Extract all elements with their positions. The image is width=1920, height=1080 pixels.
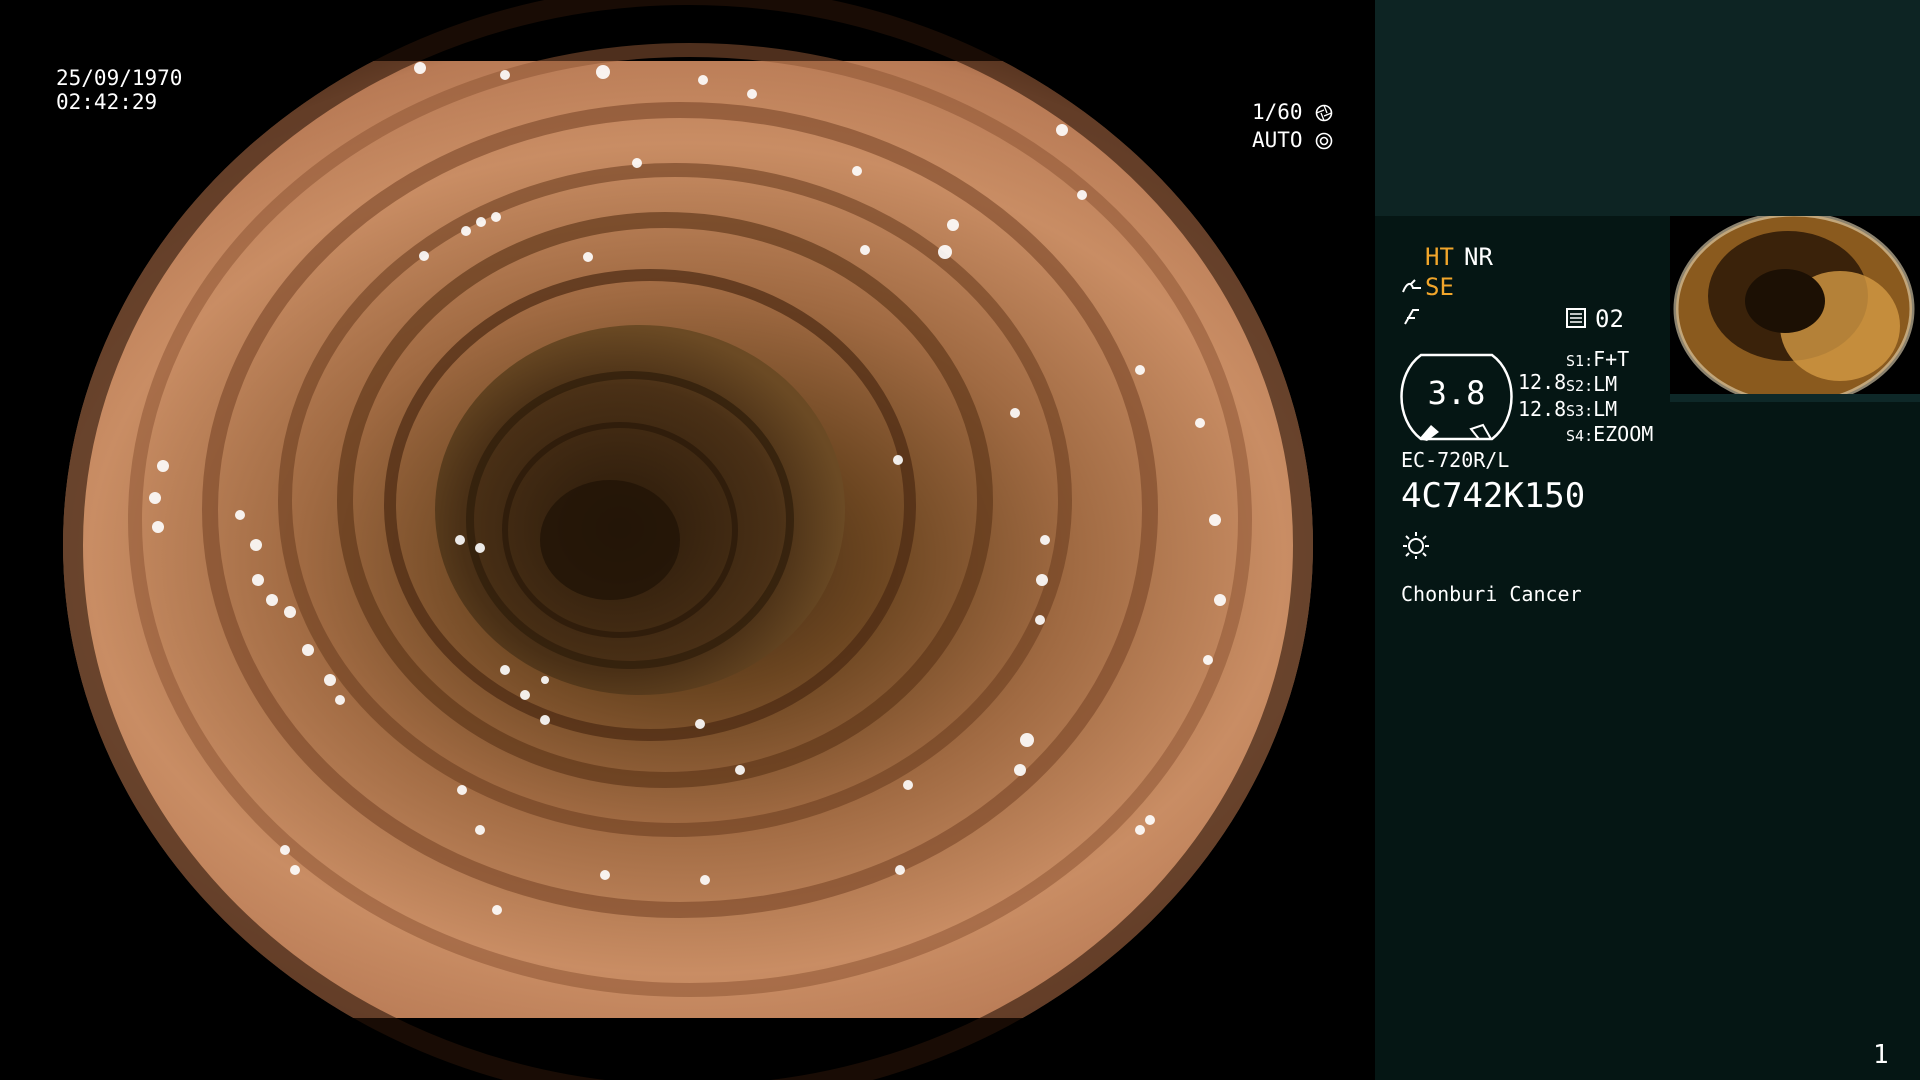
switch-item: S3:LM [1566, 397, 1618, 421]
time-label: 02:42:29 [56, 90, 158, 114]
colon-lumen-image [0, 0, 1375, 1080]
gauge-side-value-1: 12.8 [1518, 370, 1567, 394]
structure-enhance-icon [1401, 278, 1425, 302]
iris-mode-label: AUTO [1252, 126, 1333, 157]
switch-item: S4:EZOOM [1566, 422, 1654, 446]
switch-item: S2:LM [1566, 372, 1618, 396]
info-panel: HT NR SE 02 3.8 12.8 12.8 S1:F+T S2:LM S… [1375, 0, 1920, 1080]
memo-icon [1565, 307, 1587, 333]
scope-model: EC-720R/L [1401, 448, 1510, 472]
iris-icon [1315, 129, 1333, 157]
page-number: 1 [1873, 1040, 1889, 1070]
mode-nr-label: NR [1464, 243, 1493, 271]
institution-name: Chonburi Cancer [1401, 582, 1582, 606]
shutter-speed-label: 1/60 [1252, 98, 1333, 129]
switch-list: S1:F+T S2:LM S3:LM S4:EZOOM [1566, 347, 1653, 447]
mode-se-label: SE [1425, 273, 1454, 301]
gauge-value: 3.8 [1427, 374, 1486, 412]
zoom-gauge: 3.8 [1399, 349, 1514, 444]
record-number: 02 [1595, 305, 1624, 333]
panel-header-area [1375, 0, 1920, 216]
aperture-icon [1315, 101, 1333, 129]
switch-item: S1:F+T [1566, 347, 1630, 371]
endoscope-view: 25/09/1970 02:42:29 1/60 AUTO [0, 0, 1375, 1080]
sun-icon [1401, 530, 1431, 564]
color-mode-icon [1401, 306, 1423, 332]
mode-ht-label: HT [1425, 243, 1454, 271]
captured-image-thumbnail[interactable] [1670, 216, 1920, 402]
serial-number: 4C742K150 [1401, 476, 1586, 516]
gauge-side-value-2: 12.8 [1518, 397, 1567, 421]
